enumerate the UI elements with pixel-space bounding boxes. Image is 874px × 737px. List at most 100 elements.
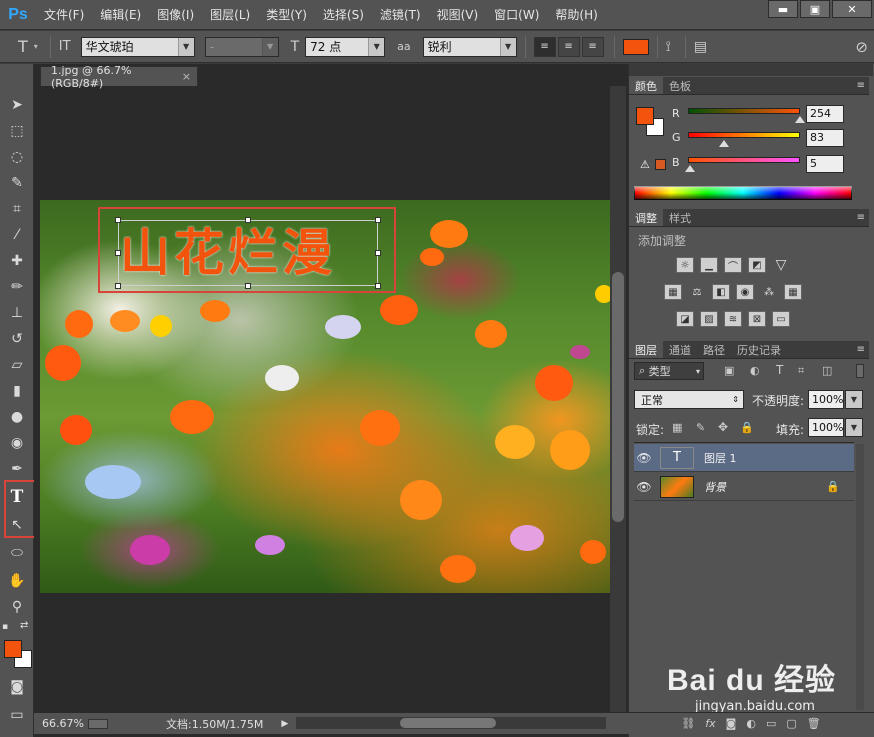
eye-icon[interactable]: 👁 <box>634 480 654 494</box>
tab-paths[interactable]: 路径 <box>697 341 731 358</box>
eye-icon[interactable]: 👁 <box>634 451 654 465</box>
font-style-select[interactable]: - ▼ <box>204 36 279 57</box>
ellipse-tool-icon[interactable]: ⬭ <box>6 542 28 564</box>
color-lookup-icon[interactable]: ▦ <box>784 284 802 300</box>
link-layers-icon[interactable]: ⛓ <box>681 717 695 730</box>
warp-text-icon[interactable]: ⟟ <box>666 39 671 55</box>
menu-layer[interactable]: 图层(L) <box>202 0 258 30</box>
type-tool-icon[interactable]: T <box>6 486 28 508</box>
cancel-icon[interactable]: ⊘ <box>855 38 868 56</box>
filter-adjustment-icon[interactable]: ◐ <box>750 364 760 377</box>
blue-slider[interactable] <box>688 157 800 163</box>
filter-smart-object-icon[interactable]: ◫ <box>822 364 832 377</box>
lock-transparent-icon[interactable]: ▦ <box>672 421 682 434</box>
red-slider[interactable] <box>688 108 800 114</box>
move-tool-icon[interactable]: ➤ <box>6 94 28 116</box>
fill-dropdown-button[interactable]: ▼ <box>845 418 863 437</box>
opacity-field[interactable]: 100% <box>808 390 844 409</box>
tab-layers[interactable]: 图层 <box>629 341 663 358</box>
brush-tool-icon[interactable]: ✏ <box>6 276 28 298</box>
red-slider-knob[interactable] <box>794 116 805 123</box>
foreground-color-swatch[interactable] <box>636 107 654 125</box>
document-tab[interactable]: 1.jpg @ 66.7%(RGB/8#) × <box>40 64 198 90</box>
zoom-level[interactable]: 66.67% <box>34 717 88 730</box>
blur-tool-icon[interactable]: ● <box>6 406 28 428</box>
menu-window[interactable]: 窗口(W) <box>486 0 547 30</box>
font-family-select[interactable]: 华文琥珀 ▼ <box>80 36 195 57</box>
text-color-swatch[interactable] <box>622 38 649 55</box>
tab-color[interactable]: 颜色 <box>629 77 663 94</box>
hue-saturation-icon[interactable]: ▦ <box>664 284 682 300</box>
green-value-field[interactable]: 83 <box>806 129 844 147</box>
photo-filter-icon[interactable]: ◉ <box>736 284 754 300</box>
add-mask-icon[interactable]: ◙ <box>726 717 737 730</box>
history-brush-tool-icon[interactable]: ↺ <box>6 328 28 350</box>
preset-dropdown-arrow-icon[interactable]: ▾ <box>34 42 38 51</box>
new-group-icon[interactable]: ▭ <box>766 717 776 730</box>
filter-toggle[interactable] <box>856 364 864 378</box>
layer-style-icon[interactable]: fx <box>705 717 715 730</box>
layer-name[interactable]: 图层 1 <box>704 450 737 466</box>
close-tab-icon[interactable]: × <box>182 70 191 83</box>
layer-name[interactable]: 背景 <box>704 479 726 495</box>
text-tool-preset-icon[interactable]: T <box>18 37 28 56</box>
red-value-field[interactable]: 254 <box>806 105 844 123</box>
healing-brush-tool-icon[interactable]: ✚ <box>6 250 28 272</box>
channel-mixer-icon[interactable]: ⁂ <box>760 284 778 300</box>
menu-image[interactable]: 图像(I) <box>149 0 202 30</box>
curves-icon[interactable]: ⌒ <box>724 257 742 273</box>
new-adjustment-layer-icon[interactable]: ◐ <box>746 717 756 730</box>
pen-tool-icon[interactable]: ✒ <box>6 458 28 480</box>
clone-stamp-tool-icon[interactable]: ⊥ <box>6 302 28 324</box>
align-right-button[interactable]: ≡ <box>581 36 604 57</box>
menu-filter[interactable]: 滤镜(T) <box>372 0 429 30</box>
lasso-tool-icon[interactable]: ◌ <box>6 146 28 168</box>
layer-row-background[interactable]: 👁 背景 🔒 <box>634 473 854 501</box>
eyedropper-tool-icon[interactable]: ⁄ <box>6 224 28 246</box>
opacity-dropdown-button[interactable]: ▼ <box>845 390 863 409</box>
filter-type-icon[interactable]: T <box>776 363 783 377</box>
blend-mode-select[interactable]: 正常 ⇕ <box>634 390 744 409</box>
levels-icon[interactable]: ▁ <box>700 257 718 273</box>
new-layer-icon[interactable]: ▢ <box>786 717 796 730</box>
gradient-map-icon[interactable]: ▭ <box>772 311 790 327</box>
tab-adjustments[interactable]: 调整 <box>629 209 663 226</box>
brightness-contrast-icon[interactable]: ☼ <box>676 257 694 273</box>
horizontal-scrollbar[interactable] <box>296 717 606 729</box>
foreground-color-swatch[interactable] <box>4 640 22 658</box>
lock-all-icon[interactable]: 🔒 <box>740 421 754 434</box>
tab-swatches[interactable]: 色板 <box>663 77 697 94</box>
invert-icon[interactable]: ◪ <box>676 311 694 327</box>
menu-select[interactable]: 选择(S) <box>315 0 372 30</box>
fill-field[interactable]: 100% <box>808 418 844 437</box>
menu-file[interactable]: 文件(F) <box>36 0 92 30</box>
vertical-scrollbar-thumb[interactable] <box>612 272 624 522</box>
font-size-select[interactable]: 72 点 ▼ <box>305 36 386 57</box>
menu-help[interactable]: 帮助(H) <box>547 0 605 30</box>
menu-view[interactable]: 视图(V) <box>429 0 487 30</box>
path-selection-tool-icon[interactable]: ↖ <box>6 514 28 536</box>
close-button[interactable]: ✕ <box>832 0 872 18</box>
layers-scrollbar[interactable] <box>856 444 864 710</box>
green-slider-knob[interactable] <box>719 140 730 147</box>
out-of-gamut-warning-icon[interactable]: ⚠ <box>640 158 650 171</box>
maximize-button[interactable]: ▣ <box>800 0 830 18</box>
panel-menu-icon[interactable]: ≡ <box>857 344 865 355</box>
tab-history[interactable]: 历史记录 <box>731 341 787 358</box>
menu-type[interactable]: 类型(Y) <box>258 0 315 30</box>
zoom-tool-icon[interactable]: ⚲ <box>6 596 28 618</box>
crop-tool-icon[interactable]: ⌗ <box>6 198 28 220</box>
marquee-tool-icon[interactable]: ⬚ <box>6 120 28 142</box>
panel-menu-icon[interactable]: ≡ <box>857 212 865 223</box>
threshold-icon[interactable]: ≋ <box>724 311 742 327</box>
default-colors-icon[interactable]: ▪ <box>2 622 14 632</box>
swap-colors-icon[interactable]: ⇄ <box>20 620 28 631</box>
hand-tool-icon[interactable]: ✋ <box>6 570 28 592</box>
anti-alias-select[interactable]: 锐利 ▼ <box>422 36 517 57</box>
tab-styles[interactable]: 样式 <box>663 209 697 226</box>
gradient-tool-icon[interactable]: ▮ <box>6 380 28 402</box>
play-arrow-icon[interactable]: ▶ <box>281 719 288 729</box>
align-left-button[interactable]: ≡ <box>533 36 556 57</box>
exposure-icon[interactable]: ◩ <box>748 257 766 273</box>
screen-mode-icon[interactable]: ▭ <box>6 704 28 726</box>
